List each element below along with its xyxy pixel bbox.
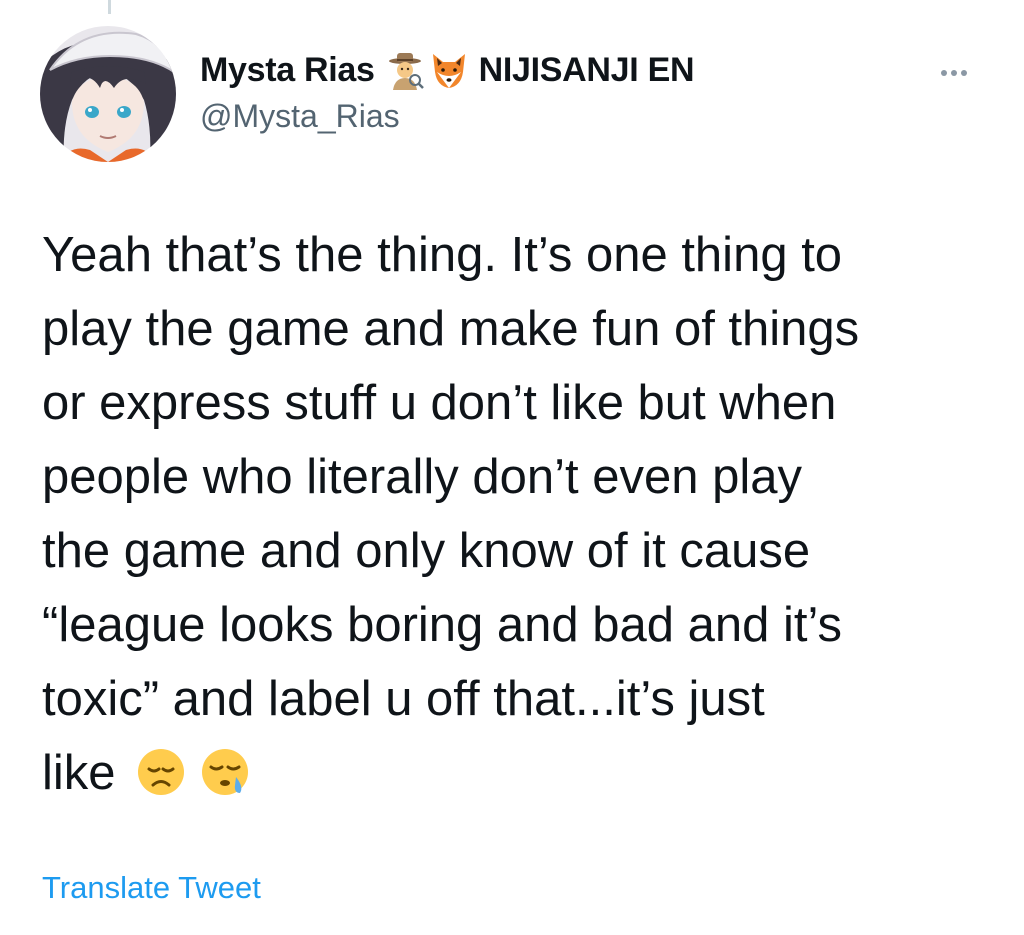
- author-handle[interactable]: @Mysta_Rias: [200, 98, 694, 135]
- tweet-text: Yeah that’s the thing. It’s one thing to…: [42, 218, 992, 810]
- tweet-line: “league looks boring and bad and it’s: [42, 598, 843, 652]
- more-horizontal-icon-dot: [961, 70, 967, 76]
- detective-emoji-icon: [385, 50, 425, 90]
- more-horizontal-icon-dot: [951, 70, 957, 76]
- more-options-button[interactable]: [934, 58, 974, 88]
- disappointed-face-emoji-icon: [136, 744, 186, 795]
- affiliation-label: NIJISANJI EN: [478, 50, 695, 89]
- author-name-row: Mysta Rias NIJISANJI EN: [200, 48, 695, 92]
- tweet-line: play the game and make fun of things: [42, 302, 860, 356]
- avatar-image: [40, 26, 176, 162]
- tweet-line: the game and only know of it cause: [42, 524, 811, 578]
- sleepy-face-emoji-icon: [200, 744, 250, 795]
- translate-tweet-link[interactable]: Translate Tweet: [42, 870, 261, 906]
- tweet-line: or express stuff u don’t like but when: [42, 376, 837, 430]
- author-block: Mysta Rias NIJISANJI EN @Mysta_Rias: [200, 48, 695, 135]
- display-name[interactable]: Mysta Rias: [200, 51, 375, 90]
- tweet-line: toxic” and label u off that...it’s just: [42, 672, 765, 726]
- more-horizontal-icon: [941, 70, 947, 76]
- tweet-line: people who literally don’t even play: [42, 450, 802, 504]
- tweet-line: Yeah that’s the thing. It’s one thing to: [42, 228, 843, 282]
- avatar[interactable]: [40, 26, 176, 162]
- tweet-last-line: like: [42, 736, 992, 810]
- thread-connector-line: [108, 0, 111, 14]
- tweet-line: like: [42, 746, 116, 800]
- fox-emoji-icon: [429, 50, 469, 90]
